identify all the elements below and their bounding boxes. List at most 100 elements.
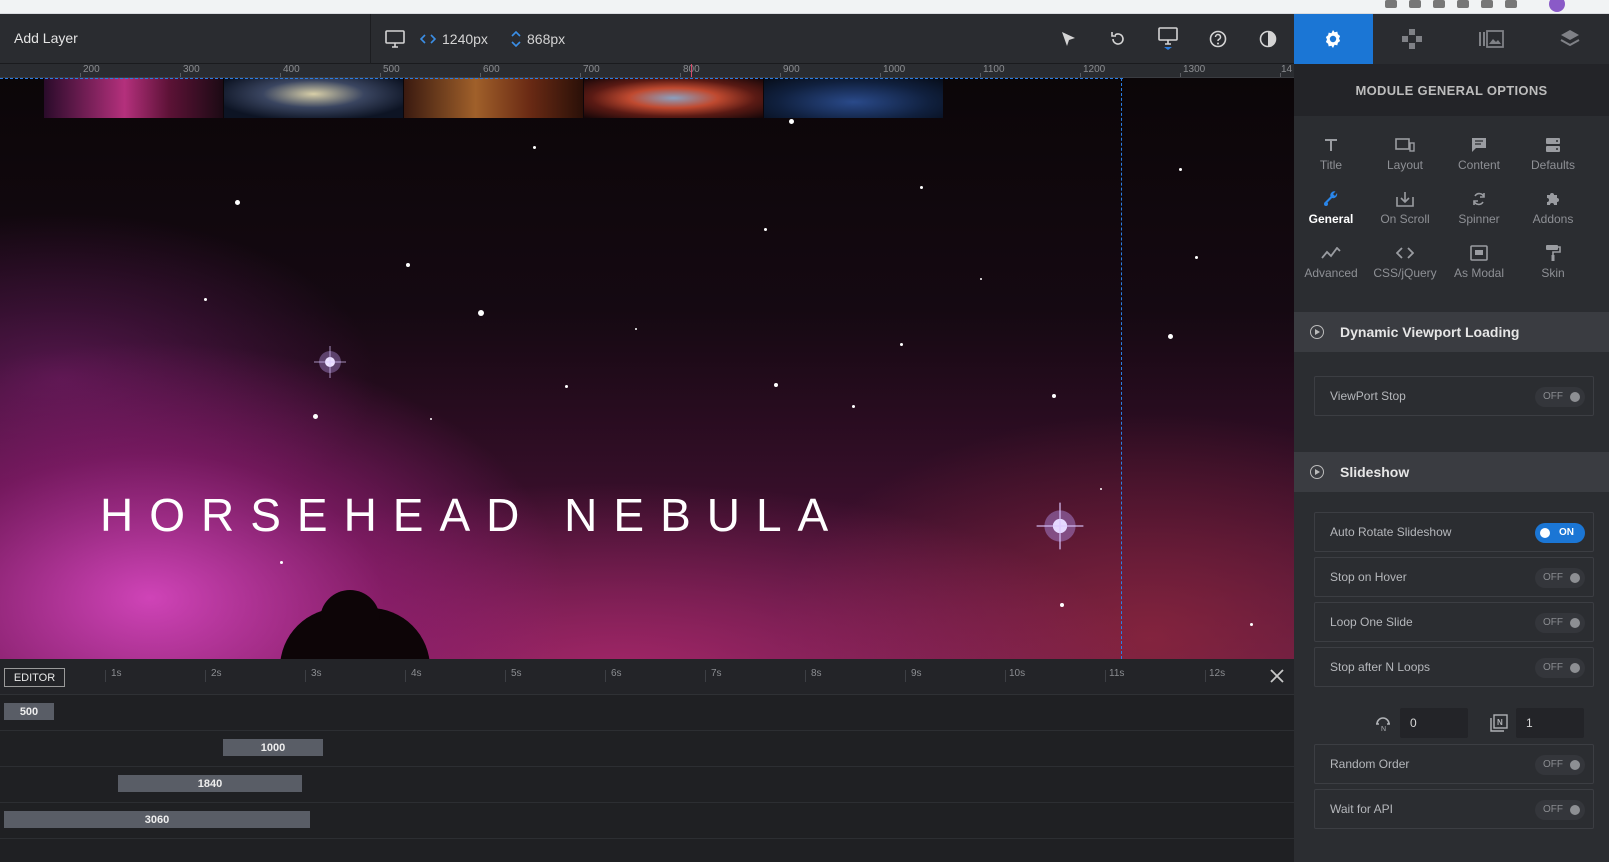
- option-defaults[interactable]: Defaults: [1516, 132, 1590, 184]
- auto-rotate-row: Auto Rotate Slideshow ON: [1314, 512, 1594, 552]
- height-control[interactable]: 868px: [511, 14, 565, 64]
- option-css-jquery[interactable]: CSS/jQuery: [1368, 240, 1442, 292]
- loops-icon: N: [1374, 714, 1392, 732]
- contrast-icon[interactable]: [1256, 27, 1280, 51]
- time-label: 10s: [1009, 668, 1026, 679]
- grid-guide-right: [1121, 78, 1122, 659]
- toggle-state: OFF: [1543, 804, 1563, 815]
- profile-avatar[interactable]: [1549, 0, 1565, 12]
- section-slideshow[interactable]: Slideshow: [1294, 452, 1609, 492]
- width-control[interactable]: 1240px: [420, 14, 488, 64]
- add-layer-button[interactable]: Add Layer: [14, 30, 78, 46]
- section-title: Dynamic Viewport Loading: [1340, 324, 1520, 340]
- option-label: Layout: [1386, 158, 1424, 172]
- wrench-icon: [1324, 191, 1338, 206]
- star: [764, 228, 767, 231]
- option-label: Skin: [1541, 266, 1565, 280]
- option-skin[interactable]: Skin: [1516, 240, 1590, 292]
- star: [235, 200, 240, 205]
- option-as-modal[interactable]: As Modal: [1442, 240, 1516, 292]
- slide-thumbnail[interactable]: [224, 78, 403, 118]
- time-label: 9s: [911, 668, 922, 679]
- extension-icon[interactable]: [1433, 0, 1445, 8]
- tab-slides[interactable]: [1452, 14, 1531, 64]
- star: [852, 405, 855, 408]
- slide-number-input[interactable]: 1: [1516, 708, 1584, 738]
- option-general[interactable]: General: [1294, 186, 1368, 238]
- star: [533, 146, 536, 149]
- star: [1052, 394, 1056, 398]
- help-icon[interactable]: [1206, 27, 1230, 51]
- advanced-icon: [1321, 247, 1341, 259]
- timeline-bar[interactable]: 500: [4, 703, 54, 720]
- stop-after-toggle[interactable]: OFF: [1535, 658, 1585, 678]
- tab-navigation[interactable]: [1373, 14, 1452, 64]
- desktop-device-icon[interactable]: [1156, 27, 1180, 51]
- height-value[interactable]: 868px: [527, 31, 565, 47]
- paint-roller-icon: [1546, 245, 1561, 261]
- undo-icon[interactable]: [1106, 27, 1130, 51]
- time-label: 2s: [211, 668, 222, 679]
- timeline-track: 1840: [0, 767, 1294, 803]
- slide-thumbnail[interactable]: [764, 78, 943, 118]
- section-dynamic-viewport[interactable]: Dynamic Viewport Loading: [1294, 312, 1609, 352]
- auto-rotate-toggle[interactable]: ON: [1535, 523, 1585, 543]
- editor-toolbar: Add Layer 1240px 868px: [0, 14, 1294, 64]
- gear-icon: [1326, 30, 1341, 48]
- close-icon[interactable]: [1268, 667, 1286, 685]
- time-label: 11s: [1109, 668, 1125, 679]
- star: [406, 263, 410, 267]
- stop-hover-toggle[interactable]: OFF: [1535, 568, 1585, 588]
- loops-input[interactable]: 0: [1400, 708, 1468, 738]
- star: [280, 561, 283, 564]
- toggle-state: OFF: [1543, 617, 1563, 628]
- slide-thumbnail[interactable]: [44, 78, 223, 118]
- star: [980, 278, 982, 280]
- loop-one-toggle[interactable]: OFF: [1535, 613, 1585, 633]
- timeline-panel: EDITOR 1s 2s 3s 4s 5s 6s 7s 8s 9s 10s 11…: [0, 659, 1294, 862]
- slide-thumbnail[interactable]: [404, 78, 583, 118]
- option-title[interactable]: Title: [1294, 132, 1368, 184]
- extension-icon[interactable]: [1505, 0, 1517, 8]
- bookmark-icon[interactable]: [1385, 0, 1397, 8]
- option-on-scroll[interactable]: On Scroll: [1368, 186, 1442, 238]
- option-addons[interactable]: Addons: [1516, 186, 1590, 238]
- slide-thumbnail[interactable]: [584, 78, 763, 118]
- timeline-bar[interactable]: 3060: [4, 811, 310, 828]
- editor-badge[interactable]: EDITOR: [4, 668, 65, 687]
- stop-hover-row: Stop on Hover OFF: [1314, 557, 1594, 597]
- toggle-knob: [1570, 760, 1580, 770]
- width-value[interactable]: 1240px: [442, 31, 488, 47]
- desktop-view-icon[interactable]: [383, 27, 407, 51]
- option-content[interactable]: Content: [1442, 132, 1516, 184]
- random-order-toggle[interactable]: OFF: [1535, 755, 1585, 775]
- time-label: 12s: [1209, 668, 1226, 679]
- timeline-bar[interactable]: 1000: [223, 739, 323, 756]
- option-advanced[interactable]: Advanced: [1294, 240, 1368, 292]
- wait-api-toggle[interactable]: OFF: [1535, 800, 1585, 820]
- random-order-row: Random Order OFF: [1314, 744, 1594, 784]
- settings-panel: MODULE GENERAL OPTIONS Title Layout Cont…: [1294, 14, 1609, 862]
- option-label: Content: [1457, 158, 1501, 172]
- slide-headline[interactable]: HORSEHEAD NEBULA: [100, 488, 844, 542]
- timeline-track: 1000: [0, 731, 1294, 767]
- option-layout[interactable]: Layout: [1368, 132, 1442, 184]
- extension-icon[interactable]: [1481, 0, 1493, 8]
- extension-icon[interactable]: [1409, 0, 1421, 8]
- cursor-icon[interactable]: [1056, 27, 1080, 51]
- tab-module-settings[interactable]: [1294, 14, 1373, 64]
- viewport-stop-toggle[interactable]: OFF: [1535, 387, 1585, 407]
- slide-canvas[interactable]: HORSEHEAD NEBULA: [0, 78, 1294, 659]
- star-flare: [314, 346, 346, 378]
- time-label: 7s: [711, 668, 722, 679]
- extension-icon[interactable]: [1457, 0, 1469, 8]
- star-flare: [1036, 502, 1084, 550]
- timeline-bar[interactable]: 1840: [118, 775, 302, 792]
- wait-api-label: Wait for API: [1330, 802, 1393, 816]
- nebula-silhouette: [320, 590, 380, 630]
- option-label: Spinner: [1458, 212, 1500, 226]
- option-spinner[interactable]: Spinner: [1442, 186, 1516, 238]
- tab-layers[interactable]: [1530, 14, 1609, 64]
- horizontal-ruler: 200 300 400 500 600 700 800 900 1000 110…: [0, 64, 1294, 78]
- ruler-label: 200: [83, 64, 100, 75]
